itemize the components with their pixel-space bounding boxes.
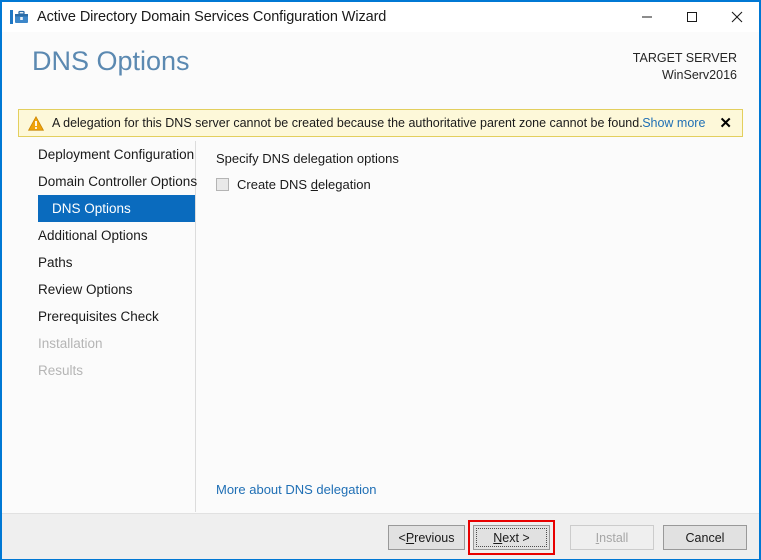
maximize-icon[interactable] <box>669 2 714 32</box>
show-more-link[interactable]: Show more <box>642 116 705 130</box>
next-button[interactable]: Next > <box>473 525 550 550</box>
sidebar-item-paths[interactable]: Paths <box>38 249 195 276</box>
sidebar-item-additional-options[interactable]: Additional Options <box>38 222 195 249</box>
sidebar-item-prerequisites-check[interactable]: Prerequisites Check <box>38 303 195 330</box>
accelerator-letter: d <box>310 177 318 192</box>
section-label: Specify DNS delegation options <box>216 151 399 166</box>
server-wizard-icon <box>10 8 28 26</box>
sidebar-item-deployment-configuration[interactable]: Deployment Configuration <box>38 141 195 168</box>
create-dns-delegation-checkbox[interactable] <box>216 178 229 191</box>
warning-message: A delegation for this DNS server cannot … <box>52 116 643 130</box>
warning-close-icon[interactable]: ✕ <box>719 116 732 131</box>
sidebar-item-installation: Installation <box>38 336 103 351</box>
sidebar-item-dns-options[interactable]: DNS Options <box>38 195 195 222</box>
wizard-step-nav: Deployment Configuration Domain Controll… <box>2 141 197 512</box>
more-about-dns-delegation-link[interactable]: More about DNS delegation <box>216 482 376 497</box>
previous-button[interactable]: < Previous <box>388 525 465 550</box>
target-server-name: WinServ2016 <box>661 68 737 82</box>
create-dns-delegation-row[interactable]: Create DNS delegation <box>216 177 371 192</box>
window-title: Active Directory Domain Services Configu… <box>37 9 387 25</box>
sidebar-item-results: Results <box>38 363 84 378</box>
create-dns-delegation-label: Create DNS delegation <box>237 177 371 192</box>
cancel-button[interactable]: Cancel <box>663 525 747 550</box>
warning-banner: A delegation for this DNS server cannot … <box>18 109 743 137</box>
page-title: DNS Options <box>32 46 190 76</box>
sidebar-item-review-options[interactable]: Review Options <box>38 276 195 303</box>
install-button: Install <box>570 525 654 550</box>
wizard-window: Active Directory Domain Services Configu… <box>0 0 761 560</box>
close-icon[interactable] <box>714 2 759 32</box>
content-pane: Specify DNS delegation options Create DN… <box>196 141 759 512</box>
next-button-highlight: Next > <box>468 520 555 555</box>
warning-triangle-icon <box>27 115 45 131</box>
footer-button-bar: < Previous Next > Install Cancel <box>2 513 759 559</box>
target-server-block: TARGET SERVER WinServ2016 <box>633 50 737 84</box>
minimize-icon[interactable] <box>624 2 669 32</box>
page-header: DNS Options TARGET SERVER WinServ2016 <box>2 32 759 104</box>
sidebar-item-domain-controller-options[interactable]: Domain Controller Options <box>38 168 197 195</box>
title-bar: Active Directory Domain Services Configu… <box>2 2 759 32</box>
target-server-label: TARGET SERVER <box>632 51 737 65</box>
body-area: Deployment Configuration Domain Controll… <box>2 141 759 512</box>
